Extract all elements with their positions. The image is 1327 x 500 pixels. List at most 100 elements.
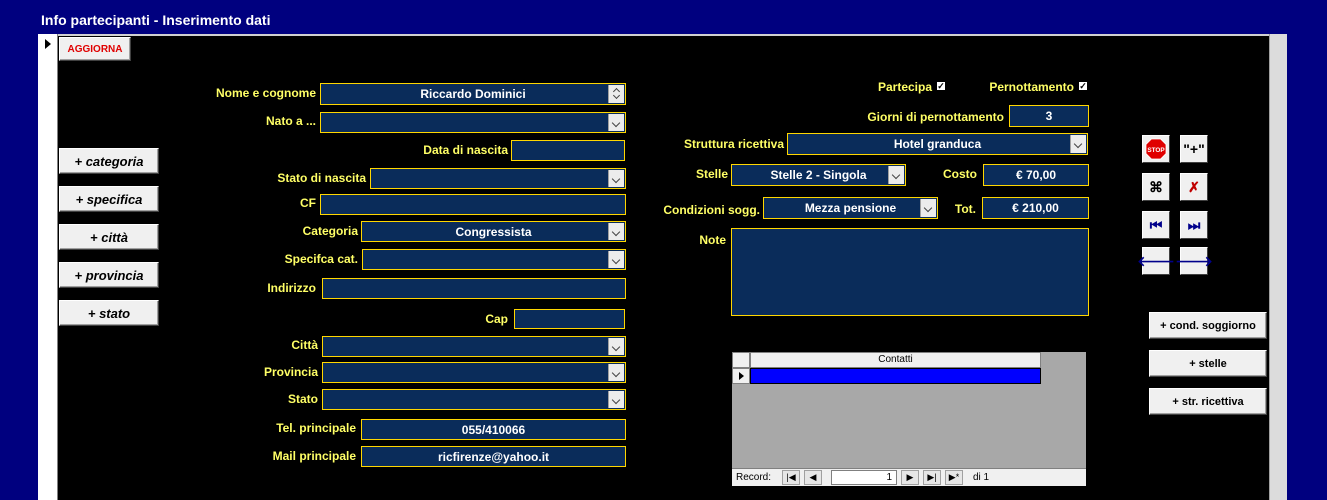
note-field[interactable] (731, 228, 1089, 316)
tot-field[interactable]: € 210,00 (982, 197, 1089, 219)
provincia-combo[interactable] (322, 362, 626, 383)
add-cond-soggiorno-button[interactable]: + cond. soggiorno (1149, 312, 1267, 339)
condizioni-combo[interactable]: Mezza pensione (763, 197, 938, 219)
record-selector[interactable] (38, 34, 58, 500)
prev-record-icon[interactable]: ◀ (804, 470, 822, 485)
prev-arrow-icon: 🡐 (1137, 252, 1175, 269)
add-stelle-button[interactable]: + stelle (1149, 350, 1267, 377)
top-divider (38, 34, 1287, 36)
chevron-down-icon[interactable] (608, 223, 624, 240)
nome-label: Nome e cognome (215, 86, 316, 100)
delete-record-button[interactable]: ✗ (1180, 173, 1208, 201)
tel-label: Tel. principale (276, 421, 356, 435)
cap-field[interactable] (514, 309, 625, 329)
last-record-icon[interactable]: ▶| (923, 470, 941, 485)
stato-nascita-combo[interactable] (370, 168, 626, 189)
indirizzo-field[interactable] (322, 278, 626, 299)
add-citta-button[interactable]: + città (59, 224, 159, 250)
citta-combo[interactable] (322, 336, 626, 357)
spin-icon[interactable] (608, 85, 624, 103)
costo-field[interactable]: € 70,00 (983, 164, 1089, 186)
nome-value: Riccardo Dominici (420, 87, 526, 101)
first-record-icon[interactable]: |◀ (782, 470, 800, 485)
last-record-button[interactable]: ⏭ (1180, 211, 1208, 239)
note-label: Note (699, 233, 726, 247)
indirizzo-label: Indirizzo (267, 281, 316, 295)
contatti-column-header[interactable]: Contatti (750, 352, 1041, 368)
new-record-label: "+" (1183, 141, 1205, 157)
chevron-down-icon[interactable] (608, 114, 624, 131)
aggiorna-button[interactable]: AGGIORNA (59, 37, 131, 61)
giorni-label: Giorni di pernottamento (867, 110, 1004, 124)
subform-header-selector[interactable] (732, 352, 750, 368)
citta-label: Città (291, 338, 318, 352)
record-pointer-icon (45, 39, 51, 49)
mail-label: Mail principale (272, 449, 356, 463)
provincia-label: Provincia (263, 365, 318, 379)
categoria-combo[interactable]: Congressista (361, 221, 626, 242)
mail-field[interactable]: ricfirenze@yahoo.it (361, 446, 626, 467)
record-label: Record: (736, 472, 772, 483)
cf-label: CF (300, 196, 316, 210)
right-frame (1287, 34, 1327, 500)
data-nascita-field[interactable] (511, 140, 625, 161)
cap-label: Cap (485, 312, 508, 326)
cf-field[interactable] (320, 194, 626, 215)
last-record-icon: ⏭ (1187, 216, 1201, 233)
costo-label: Costo (943, 167, 977, 181)
first-record-icon: ⏮ (1149, 216, 1163, 233)
add-specifica-button[interactable]: + specifica (59, 186, 159, 212)
svg-text:STOP: STOP (1147, 147, 1165, 154)
nato-combo[interactable] (320, 112, 626, 133)
stelle-label: Stelle (695, 167, 728, 181)
add-provincia-button[interactable]: + provincia (59, 262, 159, 288)
add-categoria-button[interactable]: + categoria (59, 148, 159, 174)
find-button[interactable]: ⌘ (1142, 173, 1170, 201)
stato-label: Stato (288, 392, 318, 406)
partecipa-checkbox[interactable]: ✓ (936, 81, 946, 91)
chevron-down-icon[interactable] (608, 170, 624, 187)
next-record-button[interactable]: 🡒 (1175, 247, 1213, 275)
record-total: di 1 (973, 472, 990, 483)
stop-icon: STOP (1145, 138, 1167, 160)
nome-field[interactable]: Riccardo Dominici (320, 83, 626, 105)
table-row[interactable] (750, 368, 1041, 384)
pernottamento-checkbox[interactable]: ✓ (1078, 81, 1088, 91)
delete-record-icon: ✗ (1188, 178, 1200, 195)
stelle-combo[interactable]: Stelle 2 - Singola (731, 164, 906, 186)
add-str-ricettiva-button[interactable]: + str. ricettiva (1149, 388, 1267, 415)
first-record-button[interactable]: ⏮ (1142, 211, 1170, 239)
left-frame (0, 34, 38, 500)
chevron-down-icon[interactable] (920, 199, 936, 217)
new-record-icon[interactable]: ▶* (945, 470, 963, 485)
partecipa-label: Partecipa (877, 80, 932, 94)
categoria-label: Categoria (302, 224, 358, 238)
chevron-down-icon[interactable] (608, 338, 624, 355)
stato-combo[interactable] (322, 389, 626, 410)
current-record-input[interactable]: 1 (831, 470, 897, 485)
chevron-down-icon[interactable] (1070, 135, 1086, 153)
chevron-down-icon[interactable] (888, 166, 904, 184)
subform-row-selector[interactable] (732, 368, 750, 384)
tot-label: Tot. (954, 202, 976, 216)
pernottamento-label: Pernottamento (989, 80, 1074, 94)
specifica-label: Specifca cat. (284, 252, 358, 266)
chevron-down-icon[interactable] (608, 391, 624, 408)
chevron-down-icon[interactable] (608, 251, 624, 268)
prev-record-button[interactable]: 🡐 (1137, 247, 1175, 275)
title-bar: Info partecipanti - Inserimento dati (0, 0, 1327, 34)
condizioni-label: Condizioni sogg. (663, 203, 760, 217)
giorni-field[interactable]: 3 (1009, 105, 1089, 127)
vertical-scrollbar[interactable] (1269, 34, 1287, 500)
data-nascita-label: Data di nascita (423, 143, 508, 157)
new-record-button[interactable]: "+" (1180, 135, 1208, 163)
chevron-down-icon[interactable] (608, 364, 624, 381)
stato-nascita-label: Stato di nascita (277, 171, 366, 185)
record-navigation-bar: Record: |◀ ◀ 1 ▶ ▶| ▶* di 1 (732, 468, 1086, 486)
specifica-combo[interactable] (362, 249, 626, 270)
struttura-combo[interactable]: Hotel granduca (787, 133, 1088, 155)
add-stato-button[interactable]: + stato (59, 300, 159, 326)
tel-field[interactable]: 055/410066 (361, 419, 626, 440)
stop-button[interactable]: STOP (1142, 135, 1170, 163)
next-record-icon[interactable]: ▶ (901, 470, 919, 485)
